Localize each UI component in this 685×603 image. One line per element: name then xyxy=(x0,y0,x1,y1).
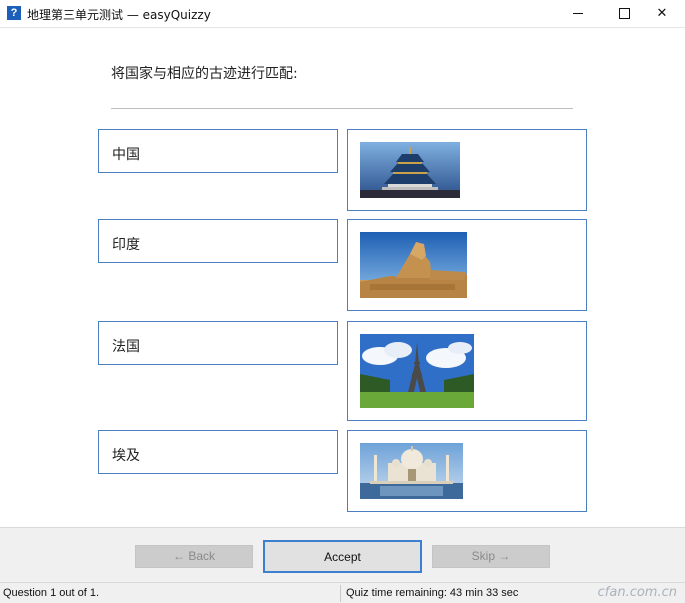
country-label: 法国 xyxy=(112,339,140,355)
minimize-button[interactable] xyxy=(555,0,601,28)
match-country-1[interactable]: 中国 xyxy=(98,129,338,173)
match-country-4[interactable]: 埃及 xyxy=(98,430,338,474)
close-icon: ✕ xyxy=(656,6,668,21)
eiffel-tower-image xyxy=(360,334,474,412)
match-image-4[interactable] xyxy=(347,430,587,512)
temple-of-heaven-image xyxy=(360,142,460,202)
button-panel: ← Back Accept Skip → xyxy=(0,527,685,582)
match-image-1[interactable] xyxy=(347,129,587,211)
divider xyxy=(111,108,573,109)
country-label: 埃及 xyxy=(112,448,140,464)
app-help-icon: ? xyxy=(7,6,21,20)
match-image-2[interactable] xyxy=(347,219,587,311)
match-image-3[interactable] xyxy=(347,321,587,421)
close-button[interactable]: ✕ xyxy=(639,0,685,28)
maximize-icon xyxy=(618,8,630,19)
country-label: 中国 xyxy=(112,147,140,163)
watermark: cfan.com.cn xyxy=(597,585,677,600)
quiz-timer: Quiz time remaining: 43 min 33 sec xyxy=(346,587,519,599)
question-progress: Question 1 out of 1. xyxy=(3,587,100,599)
skip-button[interactable]: Skip → xyxy=(432,545,550,568)
back-button[interactable]: ← Back xyxy=(135,545,253,568)
sphinx-image xyxy=(360,232,467,302)
accept-button[interactable]: Accept xyxy=(263,540,422,573)
status-bar: Question 1 out of 1. Quiz time remaining… xyxy=(0,582,685,603)
country-label: 印度 xyxy=(112,237,140,253)
match-country-2[interactable]: 印度 xyxy=(98,219,338,263)
question-text: 将国家与相应的古迹进行匹配: xyxy=(111,66,298,82)
title-bar: ? 地理第三单元测试 — easyQuizzy ✕ xyxy=(0,0,685,28)
minimize-icon xyxy=(573,13,583,14)
status-separator xyxy=(340,585,341,602)
taj-mahal-image xyxy=(360,443,463,503)
match-country-3[interactable]: 法国 xyxy=(98,321,338,365)
window-title: 地理第三单元测试 — easyQuizzy xyxy=(27,8,211,22)
